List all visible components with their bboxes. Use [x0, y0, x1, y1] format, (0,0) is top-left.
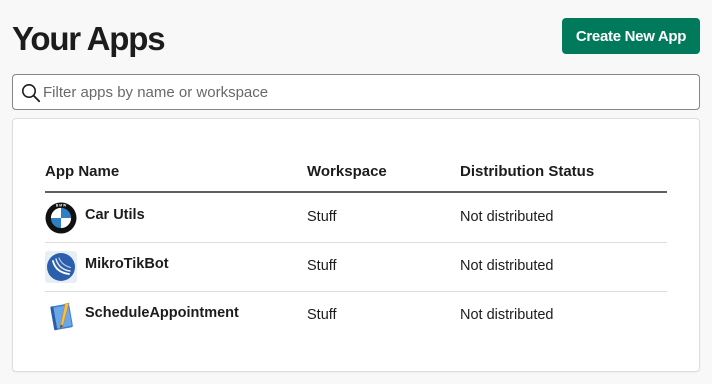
app-name-link[interactable]: Car Utils — [85, 207, 145, 223]
apps-table-card: App Name Workspace Distribution Status B… — [12, 118, 700, 372]
bmw-logo-icon: B M W — [45, 202, 77, 234]
column-header-app-name: App Name — [45, 163, 120, 180]
distribution-status-cell: Not distributed — [460, 258, 554, 274]
table-header: App Name Workspace Distribution Status — [45, 159, 667, 193]
workspace-cell: Stuff — [307, 307, 337, 323]
distribution-status-cell: Not distributed — [460, 209, 554, 225]
workspace-cell: Stuff — [307, 209, 337, 225]
search-input[interactable] — [43, 76, 683, 108]
distribution-status-cell: Not distributed — [460, 307, 554, 323]
notebook-icon — [50, 302, 73, 331]
app-name-link[interactable]: MikroTikBot — [85, 256, 169, 272]
create-new-app-button[interactable]: Create New App — [562, 18, 700, 54]
column-header-workspace: Workspace — [307, 163, 387, 180]
table-row[interactable]: ScheduleAppointment Stuff Not distribute… — [45, 291, 667, 340]
search-box[interactable] — [12, 74, 700, 110]
table-row[interactable]: B M W Car Utils Stuff Not distributed — [45, 193, 667, 243]
workspace-cell: Stuff — [307, 258, 337, 274]
page-title: Your Apps — [12, 20, 166, 57]
svg-text:B M W: B M W — [56, 204, 67, 208]
app-name-link[interactable]: ScheduleAppointment — [85, 305, 239, 321]
table-row[interactable]: MikroTikBot Stuff Not distributed — [45, 242, 667, 292]
column-header-distribution-status: Distribution Status — [460, 163, 595, 180]
search-icon — [22, 84, 41, 103]
mikrotik-logo-icon — [45, 251, 77, 283]
